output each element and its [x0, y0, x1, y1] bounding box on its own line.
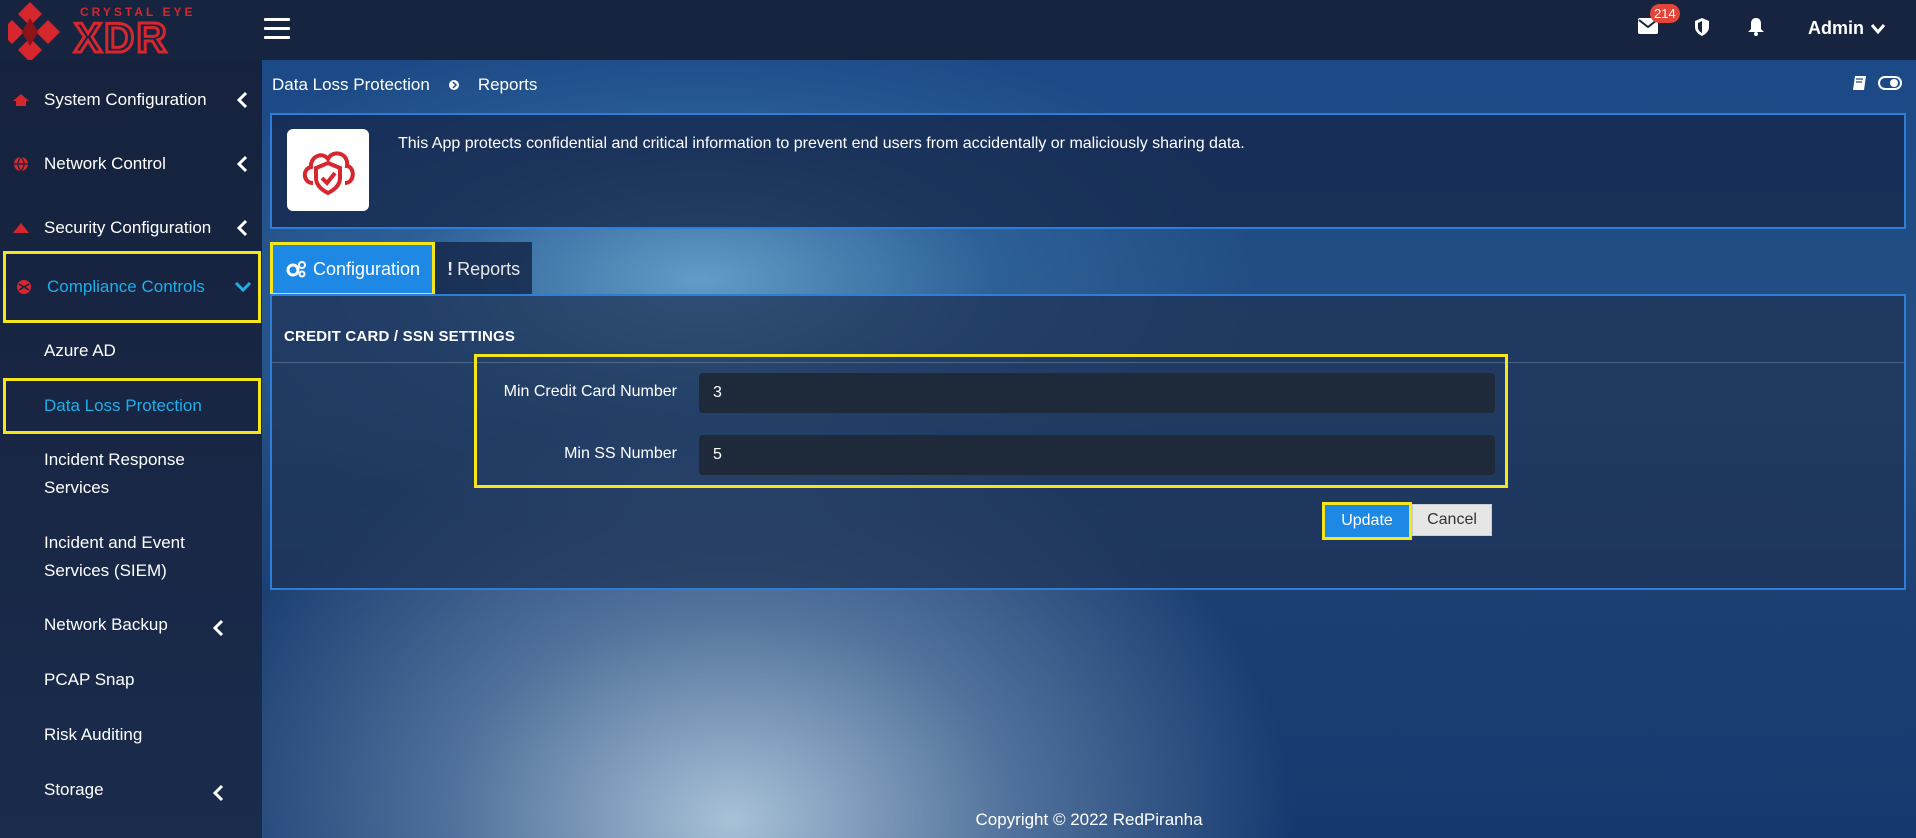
sidebar-subitem-incident-event-services[interactable]: Incident and Event Services (SIEM)	[0, 529, 262, 585]
page-tools	[1852, 75, 1902, 91]
menu-toggle-icon[interactable]	[264, 18, 290, 40]
sidebar-item-label: System Configuration	[44, 90, 207, 109]
user-name: Admin	[1808, 18, 1864, 38]
toggle-icon[interactable]	[1878, 76, 1902, 90]
breadcrumb: Data Loss Protection Reports	[272, 75, 537, 95]
breadcrumb-parent[interactable]: Data Loss Protection	[272, 75, 430, 95]
top-bar: CRYSTAL EYE XDR 214 Admin	[0, 0, 1916, 63]
footer-copyright: Copyright © 2022 RedPiranha	[975, 810, 1203, 829]
sidebar-subitem-azure-ad[interactable]: Azure AD	[0, 337, 262, 365]
settings-panel: CREDIT CARD / SSN SETTINGS Min Credit Ca…	[270, 294, 1906, 590]
chevron-down-icon	[234, 281, 252, 293]
chevron-left-icon	[212, 784, 224, 802]
cloud-shield-icon	[287, 129, 369, 211]
chevron-left-icon	[212, 619, 224, 637]
sidebar-subitem-label: Azure AD	[44, 341, 116, 360]
sidebar-item-system-configuration[interactable]: System Configuration	[0, 75, 262, 125]
sidebar: System Configuration Network Control Sec…	[0, 60, 262, 838]
tab-label: Reports	[457, 258, 521, 279]
sidebar-item-label: Compliance Controls	[47, 277, 205, 296]
home-icon	[13, 94, 29, 106]
brand-bottom-text: XDR	[74, 14, 169, 61]
sidebar-item-network-control[interactable]: Network Control	[0, 139, 262, 189]
sidebar-item-label: Security Configuration	[44, 218, 212, 237]
warning-icon	[13, 223, 29, 233]
sidebar-item-security-configuration[interactable]: Security Configuration	[0, 203, 262, 253]
crystal-eye-xdr-logo[interactable]: CRYSTAL EYE XDR	[0, 0, 223, 64]
chevron-down-icon	[1870, 23, 1886, 34]
breadcrumb-current: Reports	[477, 75, 538, 94]
sidebar-subitem-label: Network Backup	[44, 615, 168, 634]
tab-bar: Configuration ! Reports	[270, 242, 533, 296]
sidebar-subitem-data-loss-protection[interactable]: Data Loss Protection	[3, 378, 261, 434]
sidebar-subitem-risk-auditing[interactable]: Risk Auditing	[0, 721, 262, 749]
chevron-left-icon	[236, 219, 248, 237]
tab-configuration[interactable]: Configuration	[270, 242, 436, 296]
sidebar-subitem-label: Data Loss Protection	[44, 396, 202, 415]
min-ss-number-input[interactable]	[699, 435, 1495, 475]
tab-label: Configuration	[313, 258, 421, 279]
min-credit-card-input[interactable]	[699, 373, 1495, 413]
panel-title: CREDIT CARD / SSN SETTINGS	[284, 328, 516, 345]
user-menu[interactable]: Admin	[1808, 18, 1886, 39]
sidebar-subitem-label: Incident Response Services	[44, 450, 185, 497]
chevron-left-icon	[236, 91, 248, 109]
settings-fields-group: Min Credit Card Number Min SS Number	[474, 354, 1508, 488]
sidebar-subitem-network-backup[interactable]: Network Backup	[0, 611, 262, 639]
min-ss-number-label: Min SS Number	[564, 445, 677, 462]
sidebar-subitem-incident-response-services[interactable]: Incident Response Services	[0, 446, 262, 502]
cancel-button[interactable]: Cancel	[1412, 504, 1492, 536]
book-icon[interactable]	[1852, 75, 1868, 91]
cogs-icon	[286, 261, 306, 278]
globe-icon	[14, 156, 28, 172]
mail-count-badge: 214	[1650, 4, 1680, 23]
update-button[interactable]: Update	[1322, 502, 1412, 540]
sidebar-subitem-label: PCAP Snap	[44, 670, 135, 689]
sidebar-subitem-label: Storage	[44, 780, 104, 799]
compliance-globe-icon	[17, 280, 31, 294]
min-credit-card-label: Min Credit Card Number	[503, 383, 677, 400]
shield-icon[interactable]	[1695, 18, 1717, 40]
exclamation-icon: !	[447, 258, 454, 279]
sidebar-item-compliance-controls[interactable]: Compliance Controls	[3, 251, 261, 323]
breadcrumb-separator-icon	[448, 80, 459, 90]
sidebar-item-label: Network Control	[44, 154, 166, 173]
main-content: Data Loss Protection Reports This App pr…	[262, 60, 1916, 838]
app-description: This App protects confidential and criti…	[398, 135, 1245, 152]
bell-icon[interactable]	[1748, 18, 1770, 40]
sidebar-subitem-storage[interactable]: Storage	[0, 776, 262, 804]
sidebar-subitem-label: Risk Auditing	[44, 725, 143, 744]
app-info-box: This App protects confidential and criti…	[270, 113, 1906, 229]
sidebar-subitem-label: Incident and Event Services (SIEM)	[44, 533, 185, 580]
sidebar-subitem-pcap-snap[interactable]: PCAP Snap	[0, 666, 262, 694]
chevron-left-icon	[236, 155, 248, 173]
tab-reports[interactable]: ! Reports	[435, 242, 533, 296]
